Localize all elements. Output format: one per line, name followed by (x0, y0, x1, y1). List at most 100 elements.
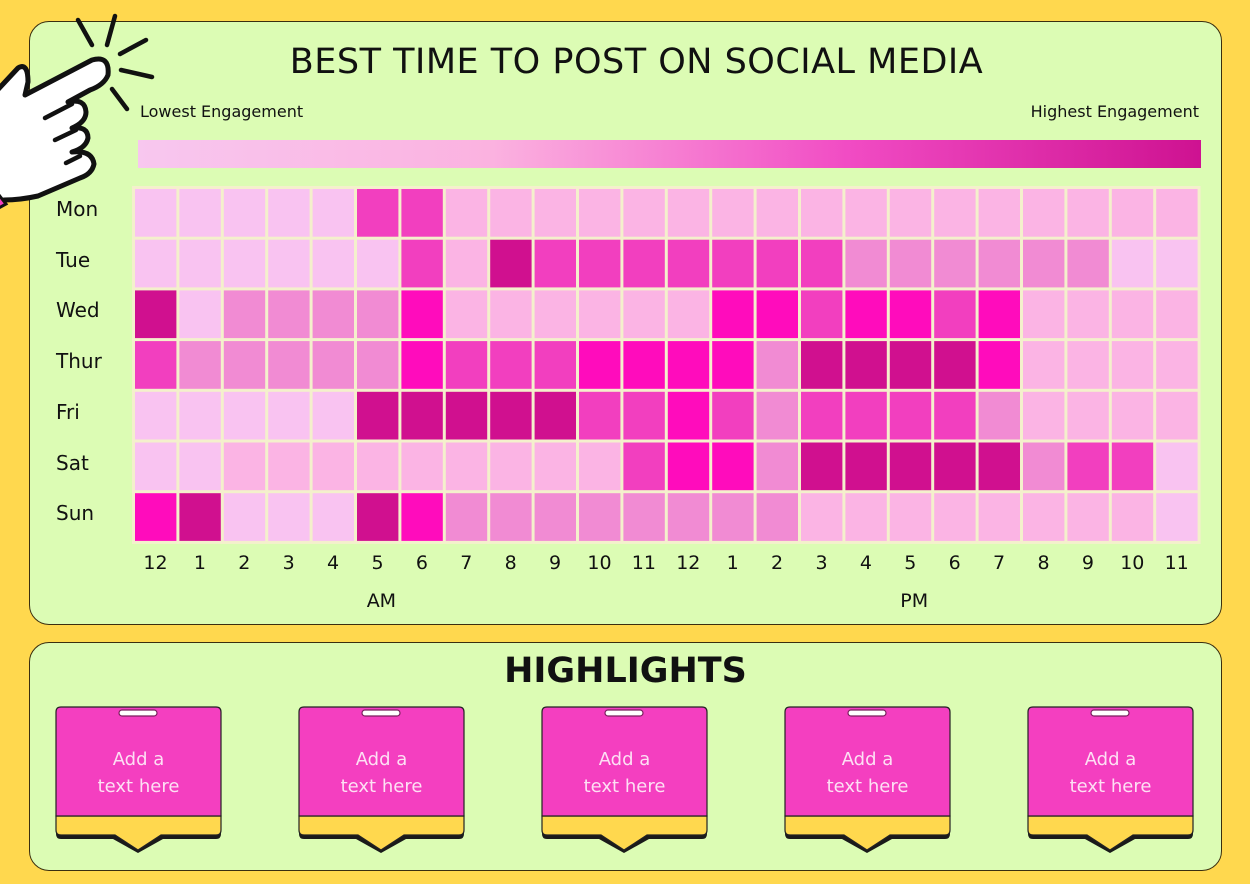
card-text[interactable]: Add a text here (298, 746, 465, 800)
heatmap-cell (135, 290, 177, 339)
heatmap-cell (223, 442, 266, 491)
chart-title: BEST TIME TO POST ON SOCIAL MEDIA (289, 42, 984, 82)
heatmap-cell (801, 290, 843, 339)
heatmap-cell (179, 290, 221, 339)
legend-low-label: Lowest Engagement (140, 102, 304, 121)
highlight-card[interactable]: Add a text here (55, 706, 222, 856)
heatmap-cell (357, 391, 399, 440)
heatmap-cell (845, 239, 887, 288)
card-text[interactable]: Add a text here (55, 746, 222, 800)
heatmap-cell (712, 341, 754, 389)
heatmap-cell (223, 341, 266, 389)
heatmap-cell (889, 442, 932, 491)
heatmap-cell (579, 442, 621, 491)
heatmap-cell (801, 391, 843, 440)
heatmap-cell (401, 493, 443, 541)
hour-label: 12 (143, 552, 168, 574)
heatmap-cell (179, 239, 221, 288)
heatmap-cell (1067, 239, 1109, 288)
hour-label: 10 (1120, 552, 1145, 574)
card-tab-slot (118, 709, 158, 717)
heatmap-cell (312, 341, 354, 389)
heatmap-cell (1023, 442, 1065, 491)
heatmap-cell (934, 239, 976, 288)
heatmap-cell (1067, 290, 1109, 339)
heatmap-cell (445, 341, 488, 389)
heatmap-cell (268, 391, 310, 440)
hour-label: 2 (771, 552, 784, 574)
heatmap-cell (1023, 391, 1065, 440)
heatmap-cell (223, 391, 266, 440)
heatmap-cell (1111, 341, 1154, 389)
hour-label: 4 (327, 552, 340, 574)
heatmap-cell (1156, 391, 1198, 440)
heatmap-cell (179, 391, 221, 440)
heatmap-cell (934, 493, 976, 541)
heatmap-cell (845, 341, 887, 389)
heatmap-cell (889, 290, 932, 339)
heatmap-cell (667, 189, 710, 237)
heatmap-cell (445, 189, 488, 237)
heatmap-cell (223, 290, 266, 339)
heatmap-cell (667, 442, 710, 491)
heatmap-cell (401, 189, 443, 237)
heatmap-cell (1156, 442, 1198, 491)
heatmap-cell (357, 239, 399, 288)
hour-label: 5 (904, 552, 917, 574)
heatmap-cell (1023, 290, 1065, 339)
heatmap-cell (667, 239, 710, 288)
hand-shape (0, 56, 111, 206)
heatmap-cell (756, 290, 798, 339)
highlight-card[interactable]: Add a text here (1027, 706, 1194, 856)
highlight-card[interactable]: Add a text here (784, 706, 951, 856)
highlight-card[interactable]: Add a text here (541, 706, 708, 856)
heatmap-cell (1023, 341, 1065, 389)
heatmap-cell (401, 341, 443, 389)
card-text[interactable]: Add a text here (784, 746, 951, 800)
hour-label: 6 (415, 552, 428, 574)
heatmap-cell (623, 493, 665, 541)
heatmap-cell (845, 442, 887, 491)
heatmap-cell (845, 493, 887, 541)
heatmap-cell (445, 442, 488, 491)
heatmap-cell (978, 189, 1020, 237)
hour-label: 3 (815, 552, 828, 574)
card-tab-slot (1090, 709, 1130, 717)
heatmap-cell (801, 493, 843, 541)
heatmap-cell (179, 189, 221, 237)
heatmap-cell (756, 239, 798, 288)
heatmap-cell (623, 341, 665, 389)
card-text[interactable]: Add a text here (541, 746, 708, 800)
day-label: Sun (56, 501, 95, 526)
heatmap-cell (579, 391, 621, 440)
heatmap-cell (268, 493, 310, 541)
heatmap-cell (534, 442, 576, 491)
heatmap-cell (534, 189, 576, 237)
heatmap-cell (1023, 239, 1065, 288)
heatmap-cell (934, 442, 976, 491)
heatmap-cell (312, 391, 354, 440)
card-text-line1: Add a (841, 749, 894, 770)
heatmap-cell (934, 391, 976, 440)
heatmap-cell (223, 239, 266, 288)
heatmap-cell (135, 442, 177, 491)
heatmap-cell (978, 341, 1020, 389)
heatmap-cell (1067, 189, 1109, 237)
heatmap-cell (801, 341, 843, 389)
heatmap-cell (756, 341, 798, 389)
heatmap-cell (712, 442, 754, 491)
heatmap-cell (889, 493, 932, 541)
period-label-am: AM (366, 590, 397, 612)
heatmap-cell (579, 290, 621, 339)
heatmap-cell (1067, 341, 1109, 389)
card-text[interactable]: Add a text here (1027, 746, 1194, 800)
heatmap-cell (934, 290, 976, 339)
heatmap-cell (579, 341, 621, 389)
hour-label: 7 (460, 552, 473, 574)
day-label: Wed (56, 298, 100, 323)
heatmap-cell (978, 442, 1020, 491)
highlight-card[interactable]: Add a text here (298, 706, 465, 856)
heatmap-cell (1067, 493, 1109, 541)
day-label: Thur (56, 349, 102, 374)
heatmap-cell (357, 290, 399, 339)
